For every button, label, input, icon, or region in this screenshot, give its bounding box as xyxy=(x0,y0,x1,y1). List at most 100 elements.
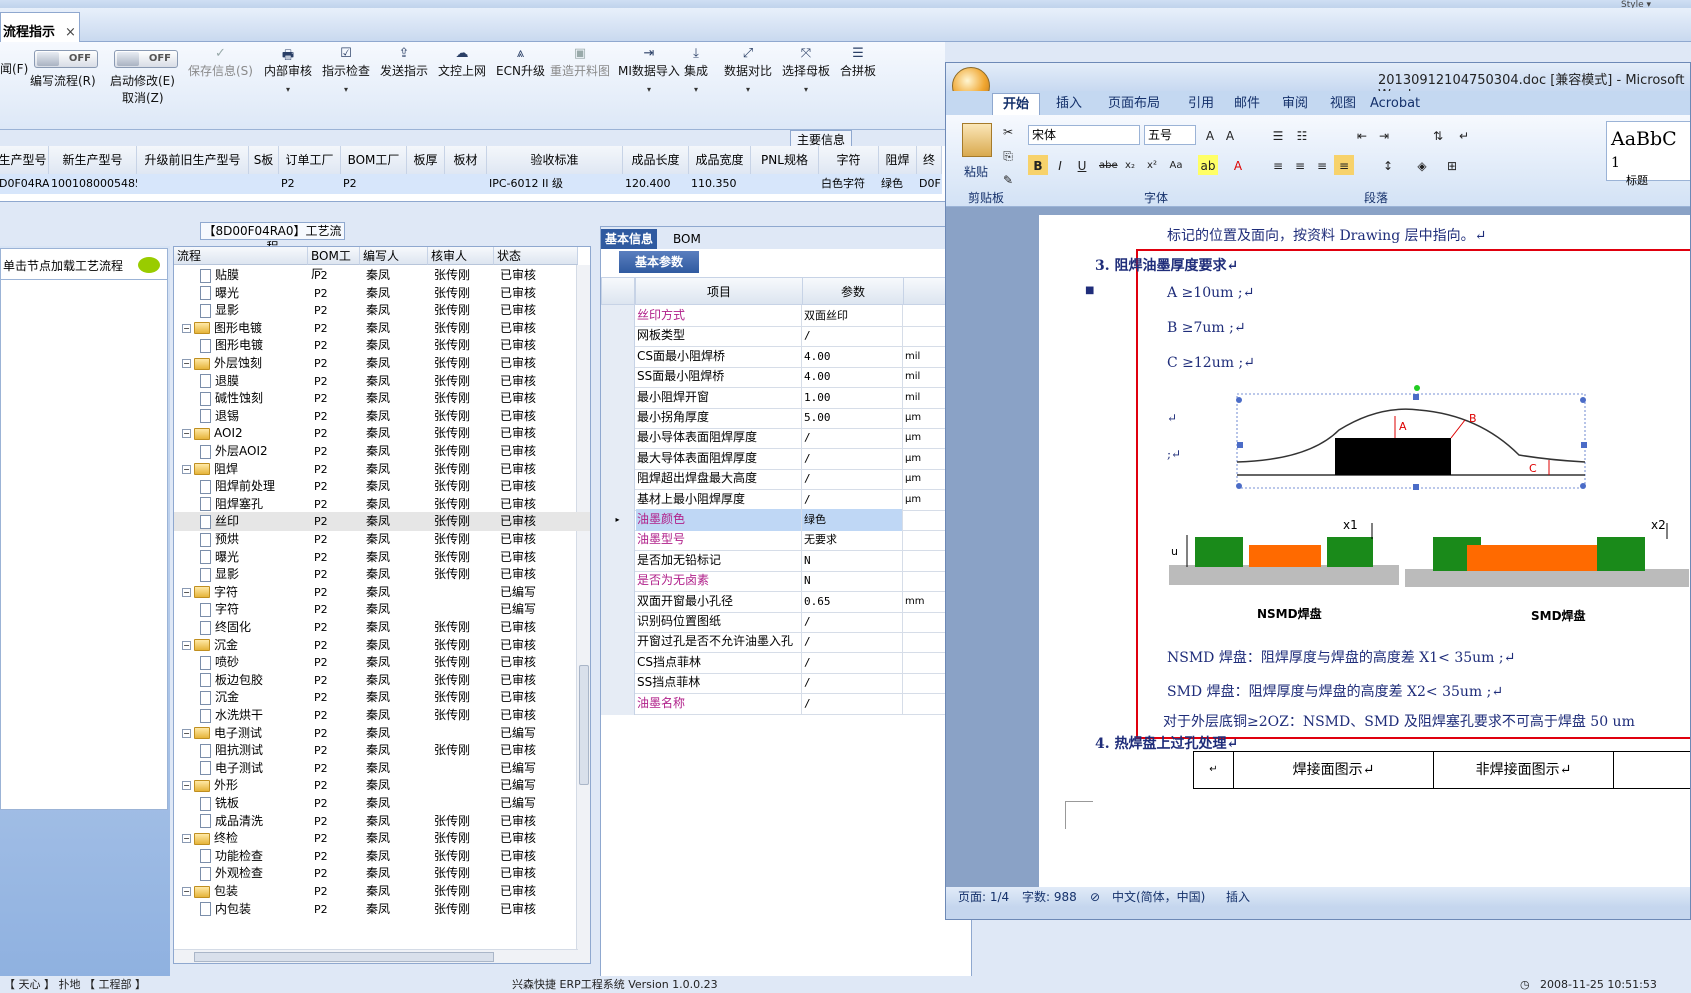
property-row[interactable]: 识别码位置图纸 / xyxy=(601,611,971,633)
order-cell[interactable]: 绿色 xyxy=(879,174,917,194)
tree-row[interactable]: 水洗烘干 P2 秦凤 张传刚 已审核 xyxy=(174,706,590,725)
tree-row[interactable]: 预烘 P2 秦凤 张传刚 已审核 xyxy=(174,530,590,549)
tree-row[interactable]: 曝光 P2 秦凤 张传刚 已审核 xyxy=(174,548,590,567)
bold-icon[interactable]: B xyxy=(1028,155,1048,175)
property-row[interactable]: CS面最小阻焊桥 4.00 mil xyxy=(601,345,971,368)
collapse-icon[interactable]: − xyxy=(182,887,191,896)
property-row[interactable]: 双面开窗最小孔径 0.65 mm xyxy=(601,590,971,613)
property-row[interactable]: 基材上最小阻焊厚度 / μm xyxy=(601,488,971,511)
property-value[interactable]: N xyxy=(802,570,903,593)
font-name-select[interactable]: 宋体 xyxy=(1028,125,1140,145)
property-row[interactable]: 最小拐角厚度 5.00 μm xyxy=(601,407,971,429)
align-left-icon[interactable]: ≡ xyxy=(1268,155,1288,175)
order-col-header[interactable]: 成品宽度 xyxy=(689,146,751,174)
tab-process-instruction[interactable]: 流程指示 × xyxy=(0,12,80,42)
chevron-down-icon[interactable]: ▾ xyxy=(618,85,680,94)
status-page[interactable]: 页面: 1/4 xyxy=(958,887,1009,907)
property-row[interactable]: 开窗过孔是否不允许油墨入孔 / xyxy=(601,631,971,654)
order-cell[interactable]: 110.350 xyxy=(689,174,751,194)
order-col-header[interactable]: S板 xyxy=(249,146,279,174)
status-language[interactable]: 中文(简体，中国) xyxy=(1112,887,1205,907)
tree-row[interactable]: − 包装 P2 秦凤 张传刚 已审核 xyxy=(174,882,590,901)
tree-row[interactable]: − 电子测试 P2 秦凤 已编写 xyxy=(174,724,590,743)
order-col-header[interactable]: 板厚 xyxy=(407,146,445,174)
tree-col-header[interactable]: 核审人 xyxy=(428,247,494,265)
ribbon-button-6[interactable]: ▣ 重造开料图 xyxy=(550,46,610,79)
tree-col-header[interactable]: 状态 xyxy=(494,247,578,265)
property-value[interactable]: / xyxy=(802,427,903,450)
order-col-header[interactable]: 字符 xyxy=(819,146,879,174)
tree-row[interactable]: 外层AOI2 P2 秦凤 张传刚 已审核 xyxy=(174,442,590,461)
property-row[interactable]: ▸ 油墨颜色 绿色 xyxy=(601,509,971,531)
bullets-icon[interactable]: ☰ xyxy=(1268,125,1288,145)
order-col-header[interactable]: 升级前旧生产型号 xyxy=(137,146,249,174)
strikethrough-icon[interactable]: abe xyxy=(1098,155,1118,175)
property-row[interactable]: SS面最小阻焊桥 4.00 mil xyxy=(601,366,971,389)
tree-row[interactable]: − 终检 P2 秦凤 张传刚 已审核 xyxy=(174,829,590,848)
tree-row[interactable]: 功能检查 P2 秦凤 张传刚 已审核 xyxy=(174,847,590,866)
ribbon-button-10[interactable]: ⤧ 选择母板 ▾ xyxy=(782,46,830,94)
word-tab[interactable]: 页面布局 xyxy=(1098,93,1170,115)
order-cell[interactable]: IPC-6012 II 级 xyxy=(487,174,623,194)
ribbon-button-7[interactable]: ⇥ MI数据导入 ▾ xyxy=(618,46,680,94)
chevron-down-icon[interactable]: ▾ xyxy=(322,85,370,94)
grow-font-icon[interactable]: A xyxy=(1200,125,1220,145)
tree-row[interactable]: 退锡 P2 秦凤 张传刚 已审核 xyxy=(174,407,590,426)
pg-col-header[interactable]: 项目 xyxy=(635,277,803,305)
ribbon-button-11[interactable]: ☰ 合拼板 xyxy=(840,46,876,79)
shading-icon[interactable]: ◈ xyxy=(1412,155,1432,175)
cut-icon[interactable]: ✂ xyxy=(998,121,1018,141)
collapse-icon[interactable]: − xyxy=(182,359,191,368)
italic-icon[interactable]: I xyxy=(1050,155,1070,175)
property-value[interactable]: / xyxy=(802,692,903,715)
tree-horizontal-scrollbar[interactable] xyxy=(174,949,578,963)
tree-row[interactable]: 阻抗测试 P2 秦凤 张传刚 已审核 xyxy=(174,741,590,760)
ribbon-button-1[interactable]: 🖶 内部审核 ▾ xyxy=(264,46,312,94)
property-row[interactable]: 最小阻焊开窗 1.00 mil xyxy=(601,386,971,409)
style-gallery[interactable]: AaBbC 1 标题 xyxy=(1606,121,1690,187)
tree-row[interactable]: − AOI2 P2 秦凤 张传刚 已审核 xyxy=(174,424,590,443)
tree-row[interactable]: − 图形电镀 P2 秦凤 张传刚 已审核 xyxy=(174,319,590,338)
superscript-icon[interactable]: x² xyxy=(1142,155,1162,175)
tree-row[interactable]: 字符 P2 秦凤 已编写 xyxy=(174,600,590,619)
tree-col-header[interactable]: 流程 xyxy=(174,247,308,265)
order-col-header[interactable]: 验收标准 xyxy=(487,146,623,174)
order-cell[interactable] xyxy=(445,174,487,194)
ribbon-button-0[interactable]: ✓ 保存信息(S) xyxy=(188,46,253,79)
font-color-icon[interactable]: A xyxy=(1228,155,1248,175)
property-value[interactable]: / xyxy=(802,325,903,348)
change-case-icon[interactable]: Aa xyxy=(1166,155,1186,175)
property-row[interactable]: 网板类型 / xyxy=(601,325,971,348)
order-cell[interactable] xyxy=(407,174,445,194)
property-value[interactable]: / xyxy=(802,611,903,633)
splitter[interactable] xyxy=(0,202,945,226)
collapse-icon[interactable]: − xyxy=(182,781,191,791)
order-col-header[interactable]: BOM工厂 xyxy=(341,146,407,174)
collapse-icon[interactable]: − xyxy=(182,640,191,650)
order-cell[interactable] xyxy=(751,174,819,194)
property-value[interactable]: 双面丝印 xyxy=(802,305,903,327)
property-row[interactable]: 油墨名称 / xyxy=(601,692,971,715)
show-marks-icon[interactable]: ↵ xyxy=(1454,125,1474,145)
order-cell[interactable]: P2 xyxy=(279,174,341,194)
numbering-icon[interactable]: ☷ xyxy=(1292,125,1312,145)
property-value[interactable]: 1.00 xyxy=(802,386,903,409)
property-row[interactable]: 是否为无卤素 N xyxy=(601,570,971,593)
property-value[interactable]: / xyxy=(802,447,903,470)
property-row[interactable]: 是否加无铅标记 N xyxy=(601,549,971,572)
copy-icon[interactable]: ⎘ xyxy=(998,145,1018,165)
word-tab[interactable]: 引用 xyxy=(1178,93,1224,115)
tree-row[interactable]: − 外形 P2 秦凤 已编写 xyxy=(174,776,590,795)
property-row[interactable]: CS挡点菲林 / xyxy=(601,651,971,674)
tree-col-header[interactable]: 编写人 xyxy=(360,247,428,265)
order-col-header[interactable]: 生产型号 xyxy=(0,146,49,174)
tree-row[interactable]: − 字符 P2 秦凤 已编写 xyxy=(174,583,590,602)
tree-row[interactable]: 外观检查 P2 秦凤 张传刚 已审核 xyxy=(174,864,590,883)
tree-row[interactable]: 显影 P2 秦凤 张传刚 已审核 xyxy=(174,301,590,320)
solder-mask-diagram[interactable]: A B C xyxy=(1229,380,1609,500)
order-cell[interactable]: 10010800054856 xyxy=(49,174,137,194)
word-tab[interactable]: Acrobat xyxy=(1360,93,1430,115)
tree-row[interactable]: 电子测试 P2 秦凤 已编写 xyxy=(174,759,590,778)
increase-indent-icon[interactable]: ⇥ xyxy=(1374,125,1394,145)
tree-row[interactable]: 显影 P2 秦凤 张传刚 已审核 xyxy=(174,565,590,584)
